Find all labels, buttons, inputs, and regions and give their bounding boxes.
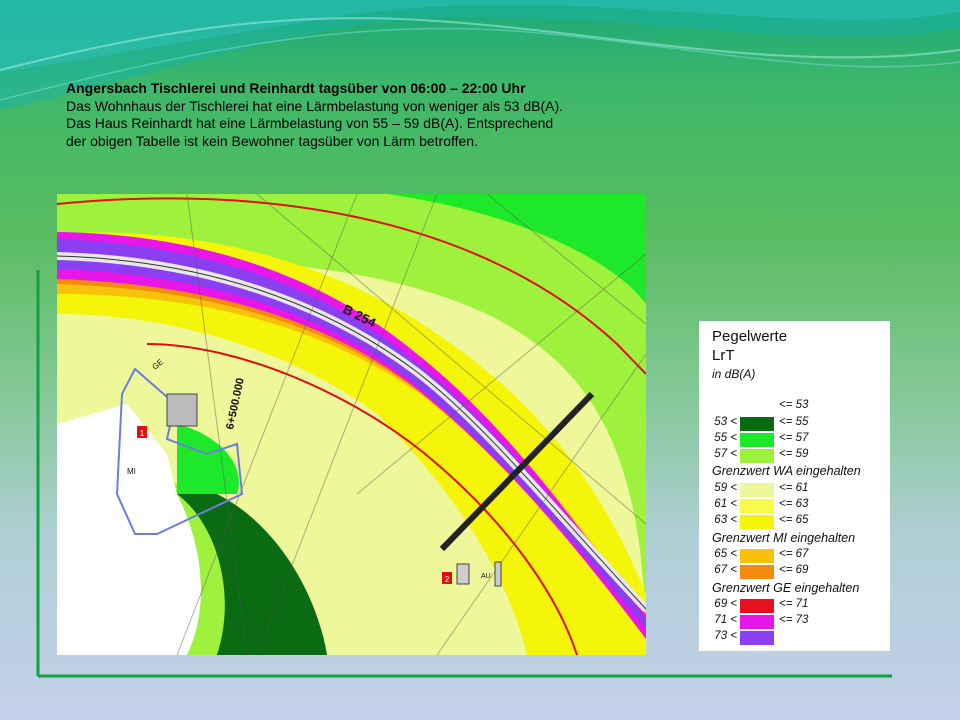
zone-au-label: AU <box>481 573 491 580</box>
legend-swatch <box>740 483 774 497</box>
legend-row: 73 < <box>699 630 890 645</box>
caption-line-2: Das Haus Reinhardt hat eine Lärmbelastun… <box>66 115 554 131</box>
legend-row: <= 53 <box>779 399 809 411</box>
legend-swatch <box>740 449 774 463</box>
legend-row: 59 < <= 61 <box>699 482 890 497</box>
legend-swatch <box>740 417 774 431</box>
legend-swatch <box>740 599 774 613</box>
caption-line-3: der obigen Tabelle ist kein Bewohner tag… <box>66 132 478 149</box>
legend-row: 67 < <= 69 <box>699 564 890 579</box>
legend-title-1: Pegelwerte <box>712 328 788 345</box>
legend-swatch <box>740 499 774 513</box>
noise-legend: Pegelwerte LrT in dB(A) <= 53 53 < <= 55… <box>699 321 890 651</box>
noise-map: 1 2 B 254 6+500.000 GE MI AU <box>57 194 646 655</box>
legend-swatch <box>740 515 774 529</box>
legend-group-mi: Grenzwert MI eingehalten <box>712 531 856 545</box>
legend-row: 65 < <= 67 <box>699 548 890 563</box>
house-marker-2-label: 2 <box>445 575 450 584</box>
legend-swatch <box>740 565 774 579</box>
legend-row: 55 < <= 57 <box>699 432 890 447</box>
building-tischlerei <box>166 393 198 427</box>
legend-row: 57 < <= 59 <box>699 448 890 463</box>
legend-row: 61 < <= 63 <box>699 498 890 513</box>
house-marker-1-label: 1 <box>140 429 145 438</box>
legend-group-ge: Grenzwert GE eingehalten <box>712 581 860 595</box>
legend-unit: in dB(A) <box>712 367 756 381</box>
legend-row: 53 < <= 55 <box>699 416 890 431</box>
building-reinhardt <box>456 563 470 585</box>
zone-mi-label: MI <box>127 467 136 476</box>
legend-swatch <box>740 615 774 629</box>
legend-title-2: LrT <box>712 347 735 364</box>
legend-group-wa: Grenzwert WA eingehalten <box>712 464 861 478</box>
legend-swatch <box>740 433 774 447</box>
legend-row: 63 < <= 65 <box>699 514 890 529</box>
caption-text: Angersbach Tischlerei und Reinhardt tags… <box>66 80 666 150</box>
legend-swatch <box>740 631 774 645</box>
caption-title: Angersbach Tischlerei und Reinhardt tags… <box>66 80 526 96</box>
legend-row: 69 < <= 71 <box>699 598 890 613</box>
caption-line-1: Das Wohnhaus der Tischlerei hat eine Lär… <box>66 97 564 114</box>
legend-row: 71 < <= 73 <box>699 614 890 629</box>
legend-swatch <box>740 549 774 563</box>
